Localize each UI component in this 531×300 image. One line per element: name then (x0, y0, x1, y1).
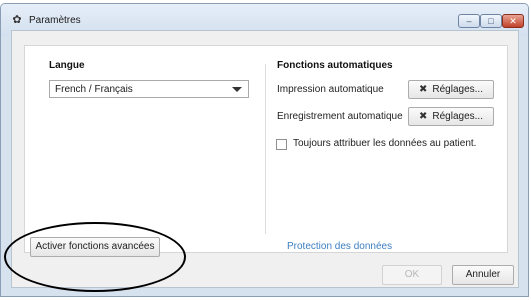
auto-save-label: Enregistrement automatique (277, 111, 403, 122)
minimize-button[interactable]: – (458, 14, 480, 28)
save-settings-label: Réglages... (432, 111, 483, 122)
tools-icon: ✖ (419, 111, 428, 122)
save-settings-button[interactable]: ✖ Réglages... (408, 107, 494, 126)
print-settings-label: Réglages... (432, 84, 483, 95)
close-button[interactable]: ✕ (502, 14, 524, 28)
language-select[interactable]: French / Français (49, 80, 249, 98)
settings-panel: Langue French / Français Fonctions autom… (24, 45, 508, 253)
cancel-button[interactable]: Annuler (452, 265, 514, 285)
ok-button[interactable]: OK (382, 265, 442, 285)
assign-patient-checkbox[interactable] (276, 139, 287, 150)
language-select-value: French / Français (55, 84, 133, 95)
maximize-button[interactable]: □ (480, 14, 502, 28)
print-settings-button[interactable]: ✖ Réglages... (408, 80, 494, 99)
language-label: Langue (49, 60, 85, 71)
dialog-body: Langue French / Français Fonctions autom… (11, 30, 519, 288)
tools-icon: ✖ (419, 84, 428, 95)
gear-icon: ✿ (12, 14, 22, 26)
assign-patient-label[interactable]: Toujours attribuer les données au patien… (293, 138, 476, 149)
window-title: Paramètres (29, 15, 81, 26)
activate-advanced-button[interactable]: Activer fonctions avancées (30, 237, 160, 257)
data-protection-link[interactable]: Protection des données (287, 241, 392, 252)
chevron-down-icon (232, 87, 242, 92)
auto-functions-heading: Fonctions automatiques (277, 60, 393, 71)
auto-print-label: Impression automatique (277, 84, 384, 95)
column-divider (265, 64, 266, 234)
